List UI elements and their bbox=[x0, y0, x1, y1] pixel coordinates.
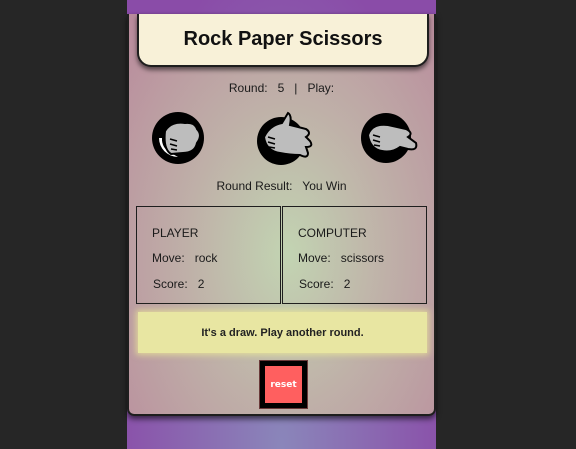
computer-panel: COMPUTER Move: scissors Score: 2 bbox=[282, 206, 427, 304]
round-result-value: You Win bbox=[302, 179, 347, 193]
round-result-label: Round Result: bbox=[216, 179, 293, 193]
scissors-button[interactable] bbox=[360, 109, 418, 167]
move-label: Move: bbox=[152, 251, 185, 265]
score-value: 2 bbox=[343, 277, 351, 291]
title-banner: Rock Paper Scissors bbox=[137, 14, 429, 67]
score-label: Score: bbox=[153, 277, 188, 291]
page-title: Rock Paper Scissors bbox=[183, 28, 383, 50]
score-value: 2 bbox=[197, 277, 205, 291]
player-heading: PLAYER bbox=[152, 226, 199, 240]
message-banner: It's a draw. Play another round. bbox=[138, 312, 427, 353]
move-value: scissors bbox=[340, 251, 385, 265]
paper-hand-icon bbox=[257, 111, 313, 165]
computer-score: Score: 2 bbox=[299, 277, 350, 291]
player-score: Score: 2 bbox=[153, 277, 204, 291]
separator: | bbox=[294, 81, 298, 95]
player-move: Move: rock bbox=[152, 251, 217, 265]
player-panel: PLAYER Move: rock Score: 2 bbox=[136, 206, 281, 304]
score-label: Score: bbox=[299, 277, 334, 291]
game-card: Rock Paper Scissors Round: 5 | Play: Rou… bbox=[127, 14, 436, 416]
computer-heading: COMPUTER bbox=[298, 226, 367, 240]
paper-button[interactable] bbox=[256, 109, 314, 167]
round-value: 5 bbox=[277, 81, 285, 95]
move-label: Move: bbox=[298, 251, 331, 265]
computer-move: Move: scissors bbox=[298, 251, 384, 265]
move-value: rock bbox=[194, 251, 218, 265]
scissors-hand-icon bbox=[361, 113, 418, 163]
round-status: Round: 5 | Play: bbox=[129, 81, 434, 95]
rock-button[interactable] bbox=[149, 109, 207, 167]
round-result: Round Result: You Win bbox=[129, 179, 434, 193]
rock-hand-icon bbox=[152, 112, 204, 164]
reset-button[interactable]: reset bbox=[259, 360, 308, 409]
play-label: Play: bbox=[307, 81, 335, 95]
round-label: Round: bbox=[228, 81, 268, 95]
